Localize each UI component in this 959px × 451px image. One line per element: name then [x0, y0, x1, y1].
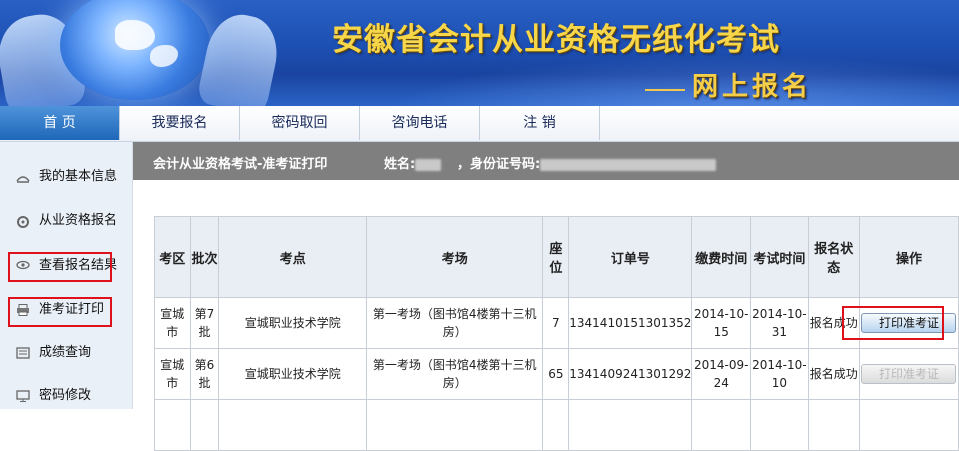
- cell-seat: 7: [542, 297, 570, 349]
- cell-area: 宣城市: [154, 348, 191, 400]
- table-row: 宣城市 第7批 宣城职业技术学院 第一考场（图书馆4楼第十三机房） 7 1341…: [154, 297, 959, 349]
- sidebar-item-basic-info[interactable]: 我的基本信息: [0, 162, 132, 192]
- nav-home[interactable]: 首 页: [0, 106, 119, 140]
- cell-room: 第一考场（图书馆4楼第十三机房）: [366, 348, 544, 400]
- banner-glow: [380, 55, 959, 106]
- monitor-icon: [16, 390, 30, 402]
- cell-exam-time: 2014-10-31: [750, 297, 809, 349]
- cell-seat: 65: [542, 348, 570, 400]
- sidebar-item-label: 密码修改: [39, 388, 92, 403]
- user-info-icon: [16, 171, 30, 183]
- highlight-box-print-button: [842, 306, 944, 340]
- cell-site: 宣城职业技术学院: [218, 297, 368, 349]
- cell-batch: 第6批: [189, 348, 220, 400]
- nav-divider: [599, 106, 601, 140]
- cell-status: 报名成功: [807, 348, 860, 400]
- column-header: 批次: [189, 216, 220, 298]
- column-header: 考试时间: [750, 216, 809, 298]
- sidebar-item-password-change[interactable]: 密码修改: [0, 381, 132, 411]
- nav-contact-phone[interactable]: 咨询电话: [359, 106, 479, 140]
- table-row-partial: [154, 399, 959, 451]
- redacted-name: [415, 158, 442, 171]
- report-icon: [16, 347, 30, 359]
- nav-password-recovery[interactable]: 密码取回: [239, 106, 359, 140]
- page-title: 会计从业资格考试-准考证打印: [153, 157, 328, 172]
- top-nav: 首 页 我要报名 密码取回 咨询电话 注 销: [0, 106, 959, 142]
- id-label: ，身份证号码:: [457, 153, 717, 172]
- cell-room: 第一考场（图书馆4楼第十三机房）: [366, 297, 544, 349]
- cell-paid-time: 2014-09-24: [691, 348, 752, 400]
- sidebar-item-label: 成绩查询: [39, 345, 92, 360]
- content-header: 会计从业资格考试-准考证打印 姓名: ，身份证号码:: [133, 142, 959, 180]
- header-banner: 安徽省会计从业资格无纸化考试 网上报名: [0, 0, 959, 106]
- gear-icon: [16, 215, 30, 228]
- highlight-box-admission-print: [8, 297, 112, 327]
- print-admission-button-disabled[interactable]: 打印准考证: [861, 364, 957, 384]
- cell-batch: 第7批: [189, 297, 220, 349]
- column-header: 座位: [542, 216, 570, 298]
- column-header: 缴费时间: [691, 216, 752, 298]
- cell-paid-time: 2014-10-15: [691, 297, 752, 349]
- sidebar-item-score-query[interactable]: 成绩查询: [0, 338, 132, 368]
- column-header: 考场: [366, 216, 544, 298]
- column-header: 考点: [218, 216, 368, 298]
- highlight-box-view-results: [8, 252, 112, 282]
- column-header: 订单号: [568, 216, 693, 298]
- nav-logout[interactable]: 注 销: [479, 106, 599, 140]
- banner-title: 安徽省会计从业资格无纸化考试: [332, 22, 780, 58]
- cell-order: 1341410151301352: [568, 297, 693, 349]
- sidebar-item-label: 从业资格报名: [39, 213, 118, 228]
- table-row: 宣城市 第6批 宣城职业技术学院 第一考场（图书馆4楼第十三机房） 65 134…: [154, 348, 959, 400]
- redacted-id-number: [540, 158, 717, 171]
- table-header-row: 考区 批次 考点 考场 座位 订单号 缴费时间 考试时间 报名状态 操作: [154, 216, 959, 298]
- hand-graphic-right: [195, 8, 285, 106]
- sidebar-item-label: 我的基本信息: [39, 169, 118, 184]
- banner-dash: [645, 89, 685, 91]
- cell-action: 打印准考证: [858, 348, 959, 400]
- cell-order: 1341409241301292: [568, 348, 693, 400]
- registration-table: 考区 批次 考点 考场 座位 订单号 缴费时间 考试时间 报名状态 操作 宣城市…: [154, 216, 959, 451]
- nav-register[interactable]: 我要报名: [119, 106, 239, 140]
- sidebar-item-qualification-register[interactable]: 从业资格报名: [0, 206, 132, 236]
- cell-exam-time: 2014-10-10: [750, 348, 809, 400]
- cell-site: 宣城职业技术学院: [218, 348, 368, 400]
- column-header: 报名状态: [807, 216, 860, 298]
- column-header: 操作: [858, 216, 959, 298]
- cell-area: 宣城市: [154, 297, 191, 349]
- banner-subtitle: 网上报名: [692, 72, 813, 102]
- name-label: 姓名:: [384, 153, 442, 172]
- column-header: 考区: [154, 216, 191, 298]
